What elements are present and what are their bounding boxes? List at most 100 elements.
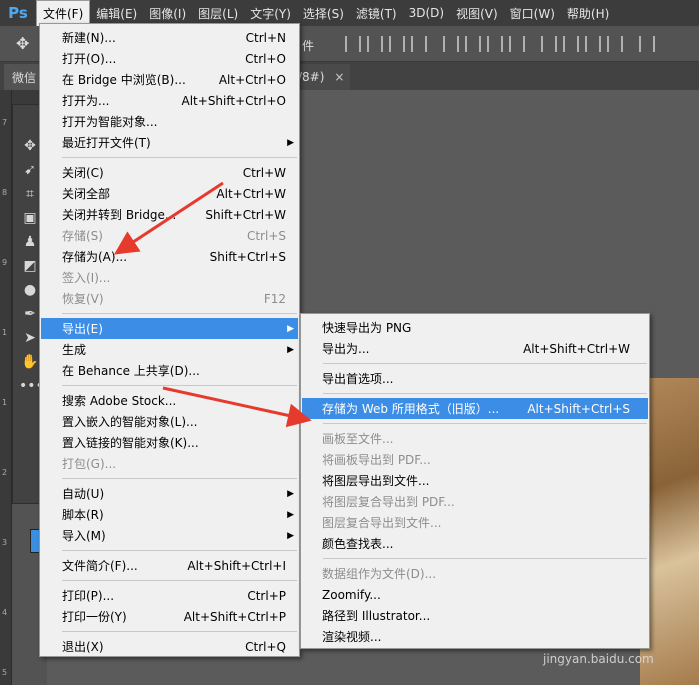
path-select-tool-icon[interactable]: ➤ <box>19 327 41 349</box>
distribute-left-icon[interactable] <box>563 36 579 52</box>
menu-item-label: 打包(G)... <box>62 457 117 471</box>
hand-tool-icon[interactable]: ✋ <box>19 351 41 373</box>
menu-item-label: 渲染视频... <box>322 630 382 644</box>
menu-item[interactable]: 导出为... Alt+Shift+Ctrl+W <box>302 338 648 359</box>
menu-item-label: 置入链接的智能对象(K)... <box>62 436 199 450</box>
eraser-tool-icon[interactable]: ◩ <box>19 255 41 277</box>
menu-item[interactable]: 最近打开文件(T) ▶ <box>41 132 298 153</box>
menu-item[interactable]: 在 Behance 上共享(D)... <box>41 360 298 381</box>
align-top-icon[interactable] <box>345 36 361 52</box>
frame-tool-icon[interactable]: ▣ <box>19 207 41 229</box>
tab-label: /8#) <box>298 70 325 84</box>
menu-item-label: 导出首选项... <box>322 372 394 386</box>
blur-tool-icon[interactable]: ● <box>19 279 41 301</box>
move-tool-icon[interactable]: ✥ <box>19 135 41 157</box>
menu-item[interactable]: 打开(O)... Ctrl+O <box>41 48 298 69</box>
menu-item[interactable]: 数据组作为文件(D)... <box>302 563 648 584</box>
menu-item[interactable]: 关闭并转到 Bridge... Shift+Ctrl+W <box>41 204 298 225</box>
menu-item[interactable]: 在 Bridge 中浏览(B)... Alt+Ctrl+O <box>41 69 298 90</box>
menu-5[interactable]: 选择(S) <box>297 0 350 26</box>
menu-item[interactable]: 打印一份(Y) Alt+Shift+Ctrl+P <box>41 606 298 627</box>
menu-item[interactable]: 退出(X) Ctrl+Q <box>41 636 298 657</box>
menu-item-shortcut: F12 <box>263 291 286 306</box>
menu-item[interactable]: 图层复合导出到文件... <box>302 512 648 533</box>
menu-6[interactable]: 滤镜(T) <box>350 0 403 26</box>
distribute-hcenter-icon[interactable] <box>585 36 601 52</box>
menu-item-label: 文件简介(F)... <box>62 559 138 573</box>
close-icon[interactable]: × <box>334 70 344 84</box>
align-hcenter-icon[interactable] <box>443 36 459 52</box>
menu-item[interactable]: 自动(U) ▶ <box>41 483 298 504</box>
menu-item[interactable]: 关闭(C) Ctrl+W <box>41 162 298 183</box>
menu-item-label: 打开为智能对象... <box>62 115 158 129</box>
ruler-mark: 2 <box>2 468 8 477</box>
menu-item[interactable]: 导入(M) ▶ <box>41 525 298 546</box>
menu-item[interactable]: 存储为(A)... Shift+Ctrl+S <box>41 246 298 267</box>
crop-tool-icon[interactable]: ⌗ <box>19 183 41 205</box>
distribute-right-icon[interactable] <box>607 36 623 52</box>
menu-8[interactable]: 视图(V) <box>450 0 504 26</box>
menu-item[interactable]: 存储(S) Ctrl+S <box>41 225 298 246</box>
menu-item[interactable]: 脚本(R) ▶ <box>41 504 298 525</box>
menu-separator <box>323 423 647 424</box>
menu-9[interactable]: 窗口(W) <box>504 0 561 26</box>
menu-item[interactable]: 恢复(V) F12 <box>41 288 298 309</box>
menu-separator <box>323 393 647 394</box>
menu-item[interactable]: 渲染视频... <box>302 626 648 647</box>
move-tool-icon[interactable]: ✥ <box>16 35 34 53</box>
menu-item-shortcut: Ctrl+P <box>247 588 286 603</box>
align-vcenter-icon[interactable] <box>367 36 383 52</box>
submenu-arrow-icon: ▶ <box>287 509 294 520</box>
menu-item[interactable]: 颜色查找表... <box>302 533 648 554</box>
menu-item[interactable]: 关闭全部 Alt+Ctrl+W <box>41 183 298 204</box>
align-right-icon[interactable] <box>465 36 481 52</box>
distribute-bottom-icon[interactable] <box>541 36 557 52</box>
menu-item-label: 将画板导出到 PDF... <box>322 453 431 467</box>
menu-item[interactable]: 导出首选项... <box>302 368 648 389</box>
menu-item[interactable]: 路径到 Illustrator... <box>302 605 648 626</box>
menu-item[interactable]: 打印(P)... Ctrl+P <box>41 585 298 606</box>
menu-item[interactable]: 画板至文件... <box>302 428 648 449</box>
menu-separator <box>62 550 297 551</box>
menu-item[interactable]: 存储为 Web 所用格式（旧版）... Alt+Shift+Ctrl+S <box>302 398 648 419</box>
distribute-vcenter-icon[interactable] <box>509 36 525 52</box>
submenu-arrow-icon: ▶ <box>287 323 294 334</box>
tab-document-1[interactable]: 微信 <box>4 64 44 90</box>
align-bottom-icon[interactable] <box>389 36 405 52</box>
menu-item[interactable]: 导出(E) ▶ <box>41 318 298 339</box>
more-tools-icon[interactable]: ••• <box>19 375 44 397</box>
menu-item[interactable]: Zoomify... <box>302 584 648 605</box>
menu-item[interactable]: 打包(G)... <box>41 453 298 474</box>
menu-item[interactable]: 将画板导出到 PDF... <box>302 449 648 470</box>
menu-item[interactable]: 将图层复合导出到 PDF... <box>302 491 648 512</box>
menu-item[interactable]: 签入(I)... <box>41 267 298 288</box>
menu-item[interactable]: 搜索 Adobe Stock... <box>41 390 298 411</box>
menu-item-label: 画板至文件... <box>322 432 394 446</box>
menu-separator <box>62 478 297 479</box>
pen-tool-icon[interactable]: ✒ <box>19 303 41 325</box>
menu-item-label: 在 Behance 上共享(D)... <box>62 364 200 378</box>
menu-item[interactable]: 生成 ▶ <box>41 339 298 360</box>
menu-item[interactable]: 打开为... Alt+Shift+Ctrl+O <box>41 90 298 111</box>
align-left-icon[interactable] <box>411 36 427 52</box>
menu-10[interactable]: 帮助(H) <box>561 0 615 26</box>
menu-item[interactable]: 快速导出为 PNG <box>302 317 648 338</box>
stamp-tool-icon[interactable]: ♟ <box>19 231 41 253</box>
menu-item-label: 颜色查找表... <box>322 537 394 551</box>
menu-item-shortcut: Ctrl+Q <box>245 639 286 654</box>
lasso-tool-icon[interactable]: ➹ <box>19 159 41 181</box>
menu-item[interactable]: 置入嵌入的智能对象(L)... <box>41 411 298 432</box>
menu-item[interactable]: 文件简介(F)... Alt+Shift+Ctrl+I <box>41 555 298 576</box>
distribute-top-icon[interactable] <box>487 36 503 52</box>
auto-align-icon[interactable] <box>639 36 655 52</box>
menu-item[interactable]: 新建(N)... Ctrl+N <box>41 27 298 48</box>
menu-separator <box>323 558 647 559</box>
menu-7[interactable]: 3D(D) <box>403 0 450 26</box>
menu-item-label: 恢复(V) <box>62 292 104 306</box>
menu-item-label: 关闭并转到 Bridge... <box>62 208 177 222</box>
menu-item-label: 脚本(R) <box>62 508 104 522</box>
menu-item[interactable]: 置入链接的智能对象(K)... <box>41 432 298 453</box>
menu-item[interactable]: 将图层导出到文件... <box>302 470 648 491</box>
submenu-arrow-icon: ▶ <box>287 488 294 499</box>
menu-item[interactable]: 打开为智能对象... <box>41 111 298 132</box>
